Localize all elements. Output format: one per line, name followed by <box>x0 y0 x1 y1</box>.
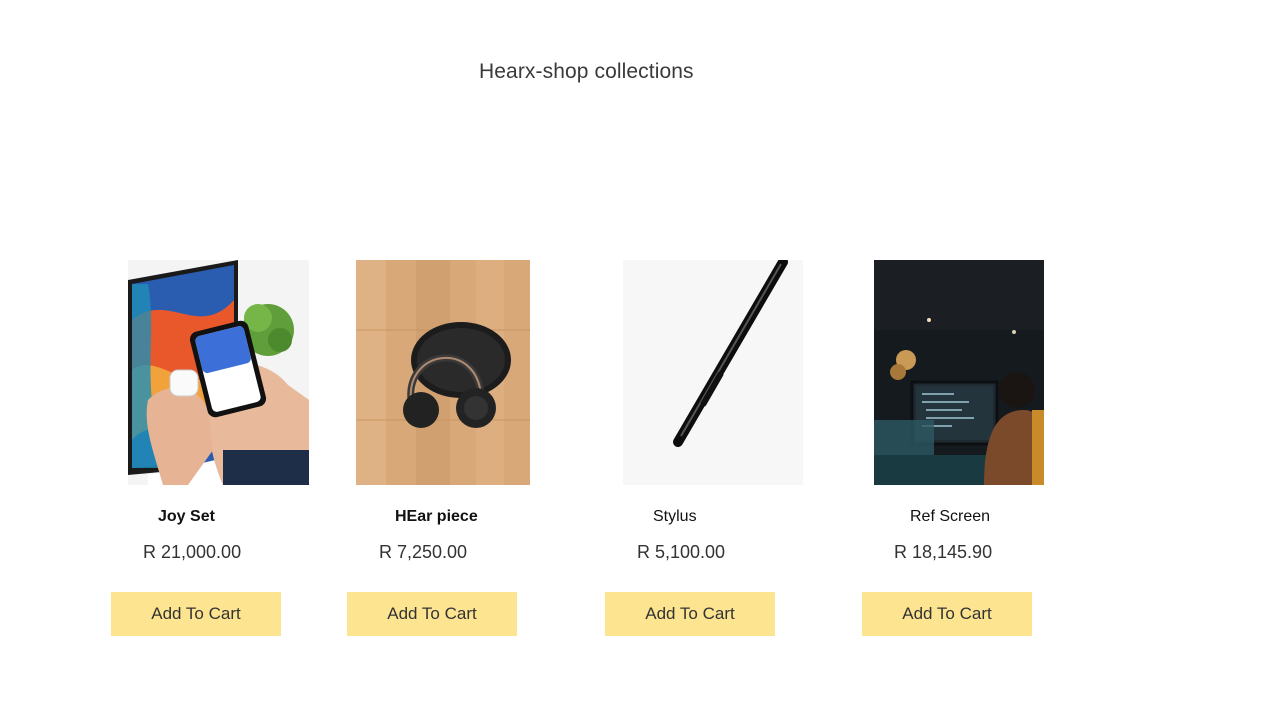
product-price: R 5,100.00 <box>637 542 726 562</box>
add-to-cart-button[interactable]: Add To Cart <box>347 592 517 636</box>
collections-page: Hearx-shop collections Joy Set R 21,000.… <box>0 0 1280 720</box>
page-title: Hearx-shop collections <box>479 60 694 83</box>
product-price: R 18,145.90 <box>894 542 993 562</box>
product-name: HEar piece <box>395 508 478 525</box>
product-image-ref-screen[interactable] <box>874 260 1044 485</box>
product-image-hear-piece[interactable] <box>356 260 530 485</box>
product-price: R 21,000.00 <box>143 542 242 562</box>
product-price: R 7,250.00 <box>379 542 468 562</box>
product-name: Stylus <box>653 508 697 525</box>
add-to-cart-button[interactable]: Add To Cart <box>605 592 775 636</box>
product-image-stylus[interactable] <box>623 260 803 485</box>
add-to-cart-button[interactable]: Add To Cart <box>862 592 1032 636</box>
add-to-cart-button[interactable]: Add To Cart <box>111 592 281 636</box>
product-name: Ref Screen <box>910 508 991 525</box>
product-image-joy-set[interactable] <box>128 260 309 485</box>
product-name: Joy Set <box>158 508 215 525</box>
